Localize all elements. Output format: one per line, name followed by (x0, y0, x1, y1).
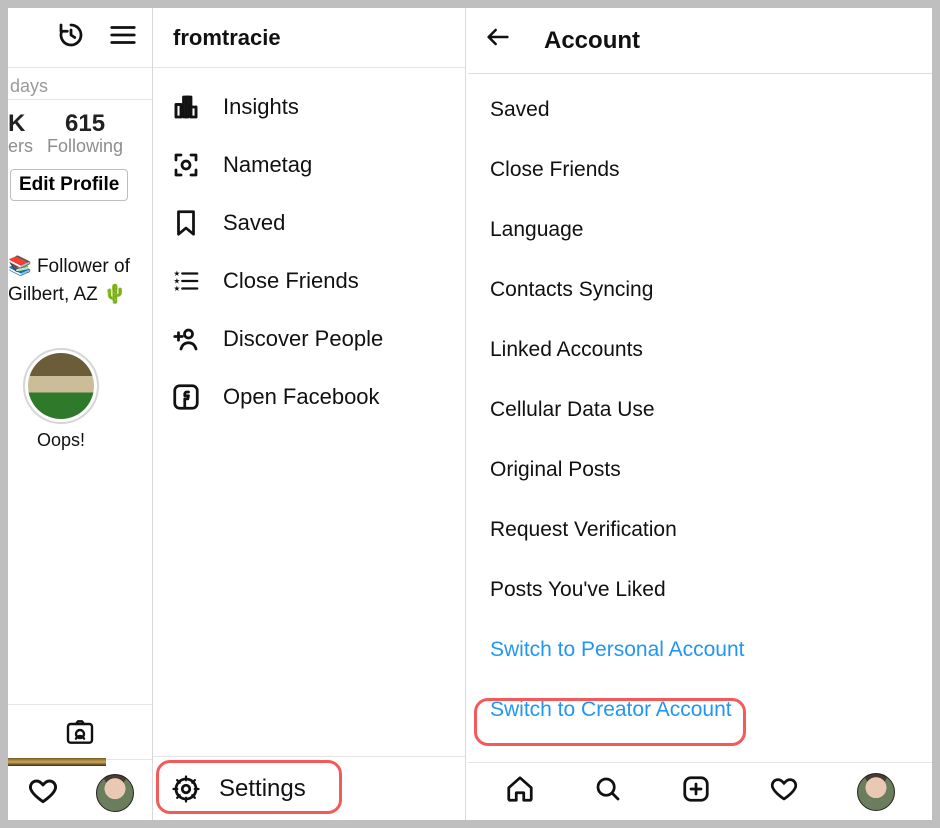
panel-item-saved[interactable]: Saved (153, 194, 465, 252)
account-item-language[interactable]: Language (490, 200, 932, 260)
bio-line2: Gilbert, AZ (8, 284, 103, 305)
heart-icon[interactable] (27, 775, 59, 812)
profile-bio: 📚 Follower of Gilbert, AZ 🌵 (8, 253, 152, 308)
profile-avatar-icon[interactable] (96, 774, 134, 812)
settings-label: Settings (219, 775, 306, 803)
account-header: Account (468, 8, 932, 74)
stat-following-num: 615 (47, 110, 123, 138)
svg-text:★: ★ (174, 284, 181, 293)
panel-item-label: Close Friends (223, 268, 359, 294)
account-item-request-verification[interactable]: Request Verification (490, 500, 932, 560)
account-title: Account (544, 27, 640, 55)
cactus-emoji-icon: 🌵 (103, 284, 127, 305)
home-icon[interactable] (505, 774, 535, 809)
profile-stats: K ers 615 Following (8, 100, 152, 157)
account-settings-column: Account SavedClose FriendsLanguageContac… (468, 8, 932, 820)
panel-item-insights[interactable]: Insights (153, 78, 465, 136)
bottom-nav (468, 762, 932, 820)
panel-item-label: Saved (223, 210, 285, 236)
profile-tagged-tab[interactable] (8, 704, 152, 760)
stat-following-label: Following (47, 136, 123, 157)
stat-following[interactable]: 615 Following (47, 110, 123, 157)
account-item-posts-you-ve-liked[interactable]: Posts You've Liked (490, 560, 932, 620)
panel-item-nametag[interactable]: Nametag (153, 136, 465, 194)
back-arrow-icon[interactable] (484, 23, 512, 58)
account-item-linked-accounts[interactable]: Linked Accounts (490, 320, 932, 380)
activity-icon[interactable] (56, 20, 86, 55)
account-item-cellular-data-use[interactable]: Cellular Data Use (490, 380, 932, 440)
stat-followers[interactable]: K ers (10, 110, 33, 157)
new-post-icon[interactable] (681, 774, 711, 809)
bio-line1: Follower of (32, 256, 130, 277)
edit-profile-button[interactable]: Edit Profile (10, 169, 128, 201)
account-item-original-posts[interactable]: Original Posts (490, 440, 932, 500)
profile-nav-avatar-icon[interactable] (857, 773, 895, 811)
books-emoji-icon: 📚 (8, 256, 32, 277)
account-item-switch-to-creator-account[interactable]: Switch to Creator Account (490, 680, 932, 740)
panel-item-label: Nametag (223, 152, 312, 178)
account-list: SavedClose FriendsLanguageContacts Synci… (468, 74, 932, 740)
post-thumbnail[interactable] (8, 758, 106, 766)
account-item-close-friends[interactable]: Close Friends (490, 140, 932, 200)
panel-item-open-facebook[interactable]: Open Facebook (153, 368, 465, 426)
panel-item-label: Insights (223, 94, 299, 120)
activity-heart-icon[interactable] (769, 774, 799, 809)
search-icon[interactable] (593, 774, 623, 809)
stat-followers-label: ers (8, 136, 33, 157)
menu-icon[interactable] (108, 20, 138, 55)
stat-followers-num: K (8, 110, 33, 138)
panel-item-discover-people[interactable]: Discover People (153, 310, 465, 368)
story-highlight-label: Oops! (16, 430, 106, 451)
panel-list: Insights Nametag Saved ★★★ Close Friends… (153, 68, 465, 426)
days-fragment: days (8, 68, 152, 100)
panel-username: fromtracie (153, 8, 465, 68)
profile-topbar (8, 8, 152, 68)
panel-item-label: Discover People (223, 326, 383, 352)
account-item-contacts-syncing[interactable]: Contacts Syncing (490, 260, 932, 320)
story-highlight[interactable]: Oops! (16, 348, 106, 451)
hamburger-panel: fromtracie Insights Nametag Saved ★★★ Cl… (153, 8, 466, 820)
profile-bottom-nav (8, 766, 152, 820)
panel-item-close-friends[interactable]: ★★★ Close Friends (153, 252, 465, 310)
panel-settings[interactable]: Settings (153, 756, 465, 820)
account-item-saved[interactable]: Saved (490, 80, 932, 140)
account-item-switch-to-personal-account[interactable]: Switch to Personal Account (490, 620, 932, 680)
panel-item-label: Open Facebook (223, 384, 380, 410)
profile-column: days K ers 615 Following Edit Profile 📚 … (8, 8, 153, 820)
